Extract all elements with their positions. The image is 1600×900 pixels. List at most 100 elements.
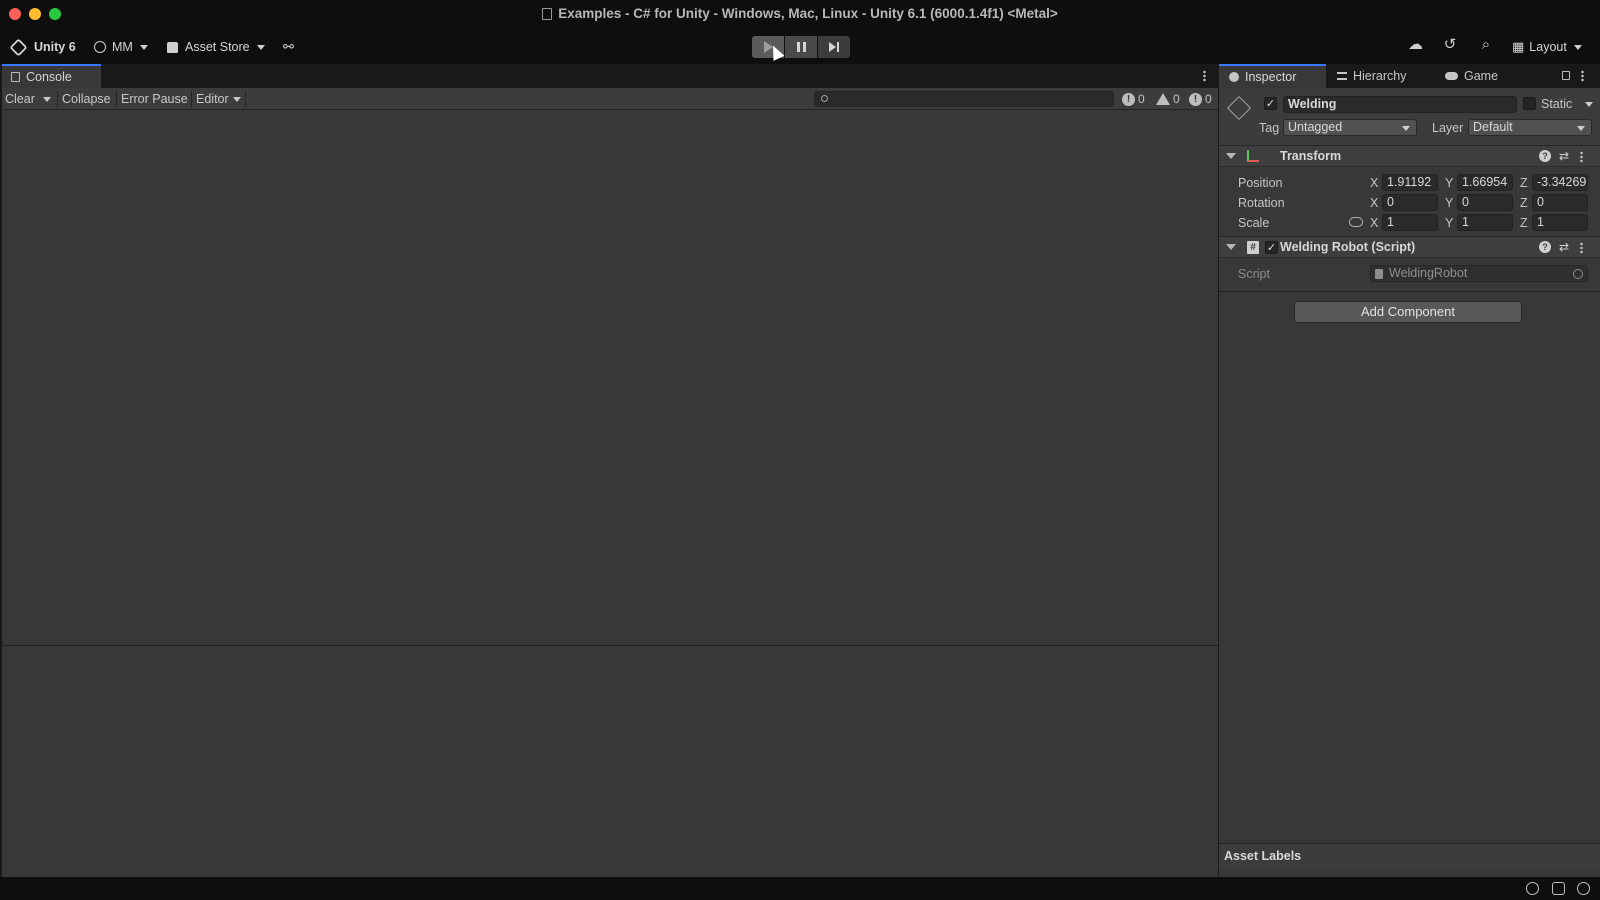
scale-y-field[interactable]: 1 <box>1457 214 1513 231</box>
chevron-down-icon <box>256 44 265 50</box>
position-x-axis[interactable]: X <box>1370 176 1378 190</box>
tab-hierarchy[interactable]: Hierarchy <box>1337 64 1407 88</box>
rotation-z-field[interactable]: 0 <box>1532 194 1588 211</box>
title-bar: Examples - C# for Unity - Windows, Mac, … <box>0 0 1600 28</box>
asset-store-dropdown[interactable]: Asset Store <box>167 38 265 56</box>
rotation-x-field[interactable]: 0 <box>1382 194 1438 211</box>
script-enabled-checkbox[interactable]: ✓ <box>1265 241 1278 254</box>
tab-game[interactable]: Game <box>1445 64 1498 88</box>
error-icon: ! <box>1189 92 1202 106</box>
component-separator <box>1219 291 1600 292</box>
presets-icon[interactable]: ⇄ <box>1558 241 1570 253</box>
presets-icon[interactable]: ⇄ <box>1558 150 1570 162</box>
help-icon[interactable]: ? <box>1539 241 1551 253</box>
unity-menu-button[interactable]: Unity 6 <box>9 37 76 57</box>
static-checkbox[interactable] <box>1523 97 1536 110</box>
error-pause-toggle[interactable]: Error Pause <box>121 92 188 106</box>
object-picker-icon[interactable] <box>1573 269 1583 279</box>
static-dropdown[interactable] <box>1583 96 1599 113</box>
layout-icon: ▦ <box>1512 39 1525 54</box>
tab-console[interactable]: Console <box>2 64 101 88</box>
transform-component-header[interactable]: Transform ? ⇄ <box>1219 145 1600 167</box>
scale-x-axis[interactable]: X <box>1370 216 1378 230</box>
toolbar-separator <box>245 91 246 107</box>
editor-dropdown[interactable]: Editor <box>196 92 241 106</box>
script-component-header[interactable]: # ✓ Welding Robot (Script) ? ⇄ <box>1219 236 1600 258</box>
tab-inspector[interactable]: Inspector <box>1219 64 1326 88</box>
chevron-down-icon <box>1577 126 1585 131</box>
clear-dropdown[interactable]: Clear <box>5 92 51 106</box>
info-icon: ! <box>1122 92 1135 106</box>
scale-label: Scale <box>1238 216 1270 230</box>
script-file-icon <box>1375 269 1383 279</box>
position-label: Position <box>1238 176 1283 190</box>
collapse-toggle[interactable]: Collapse <box>62 92 111 106</box>
constrain-proportions-icon[interactable] <box>1349 217 1363 227</box>
console-panel: Console Clear Collapse Error Pause Edito… <box>2 64 1218 877</box>
branch-icon: ⚯ <box>283 39 294 54</box>
step-forward-icon <box>829 42 839 52</box>
account-dropdown[interactable]: MM <box>94 38 148 56</box>
position-z-axis[interactable]: Z <box>1520 176 1528 190</box>
gameobject-active-checkbox[interactable]: ✓ <box>1264 97 1277 110</box>
account-icon <box>94 41 106 53</box>
chevron-down-icon <box>1573 44 1582 50</box>
console-toolbar: Clear Collapse Error Pause Editor ! 0 0 … <box>2 88 1218 110</box>
console-icon <box>11 72 20 82</box>
script-object-field[interactable]: WeldingRobot <box>1370 265 1588 282</box>
gameobject-header: ✓ Welding Static Tag Untagged Layer Defa… <box>1219 88 1600 152</box>
chevron-down-icon <box>1402 126 1410 131</box>
more-options-icon[interactable] <box>1203 70 1206 82</box>
asset-labels-section[interactable]: Asset Labels <box>1219 843 1600 869</box>
step-button[interactable] <box>818 36 850 58</box>
console-search-input[interactable] <box>814 91 1114 107</box>
toolbar-separator <box>57 91 58 107</box>
layout-dropdown[interactable]: ▦ Layout <box>1512 38 1582 56</box>
console-detail-splitter[interactable] <box>2 645 1218 646</box>
status-bar <box>0 877 1600 900</box>
rotation-z-axis[interactable]: Z <box>1520 196 1528 210</box>
position-y-axis[interactable]: Y <box>1445 176 1453 190</box>
cloud-icon[interactable]: ☁ <box>1408 37 1423 52</box>
more-options-icon[interactable] <box>1580 242 1583 254</box>
rotation-y-axis[interactable]: Y <box>1445 196 1453 210</box>
debug-icon[interactable] <box>1526 882 1539 895</box>
pause-button[interactable] <box>785 36 817 58</box>
position-x-field[interactable]: 1.91192 <box>1382 174 1438 191</box>
more-options-icon[interactable] <box>1581 70 1584 82</box>
scale-y-axis[interactable]: Y <box>1445 216 1453 230</box>
error-count-toggle[interactable]: ! 0 <box>1189 91 1212 107</box>
rotation-x-axis[interactable]: X <box>1370 196 1378 210</box>
progress-check-icon[interactable] <box>1577 882 1590 895</box>
gamepad-icon <box>1445 72 1458 80</box>
position-z-field[interactable]: -3.34269 <box>1532 174 1588 191</box>
gameobject-name-field[interactable]: Welding <box>1283 96 1517 113</box>
foldout-arrow-icon[interactable] <box>1226 153 1236 159</box>
csharp-script-icon: # <box>1247 241 1259 254</box>
warning-icon <box>1156 93 1170 105</box>
history-icon[interactable]: ↺ <box>1443 37 1457 52</box>
layer-dropdown[interactable]: Default <box>1468 119 1592 136</box>
gameobject-cube-icon[interactable] <box>1227 96 1251 120</box>
chevron-down-icon <box>139 44 148 50</box>
add-component-button[interactable]: Add Component <box>1294 301 1522 323</box>
unity-logo-icon <box>9 37 28 57</box>
inspector-panel: Inspector Hierarchy Game ✓ Welding Stati… <box>1219 64 1600 877</box>
more-options-icon[interactable] <box>1580 151 1583 163</box>
log-count-toggle[interactable]: ! 0 <box>1122 91 1145 107</box>
lock-icon[interactable] <box>1562 71 1570 80</box>
version-control-button[interactable]: ⚯ <box>283 38 294 56</box>
scale-z-axis[interactable]: Z <box>1520 216 1528 230</box>
rotation-y-field[interactable]: 0 <box>1457 194 1513 211</box>
warning-count-toggle[interactable]: 0 <box>1156 91 1180 107</box>
help-icon[interactable]: ? <box>1539 150 1551 162</box>
scale-z-field[interactable]: 1 <box>1532 214 1588 231</box>
stack-icon[interactable] <box>1552 882 1565 895</box>
scale-x-field[interactable]: 1 <box>1382 214 1438 231</box>
position-y-field[interactable]: 1.66954 <box>1457 174 1513 191</box>
pause-icon <box>796 42 806 52</box>
document-icon <box>542 8 553 20</box>
tag-dropdown[interactable]: Untagged <box>1283 119 1417 136</box>
search-icon[interactable]: ⌕ <box>1479 37 1493 52</box>
foldout-arrow-icon[interactable] <box>1226 244 1236 250</box>
